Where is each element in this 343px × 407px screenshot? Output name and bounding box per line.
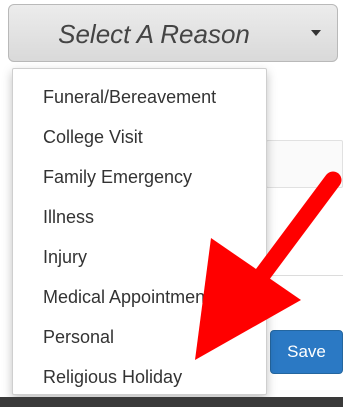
menu-item-religious-holiday[interactable]: Religious Holiday [13, 357, 266, 397]
reason-dropdown-menu: Funeral/Bereavement College Visit Family… [12, 68, 267, 395]
menu-item-family-emergency[interactable]: Family Emergency [13, 157, 266, 197]
menu-item-illness[interactable]: Illness [13, 197, 266, 237]
page: Select A Reason Save Funeral/Bereavement… [0, 0, 343, 407]
reason-select-label: Select A Reason [58, 19, 250, 49]
menu-item-personal[interactable]: Personal [13, 317, 266, 357]
menu-item-college-visit[interactable]: College Visit [13, 117, 266, 157]
caret-down-icon [311, 30, 321, 36]
form-field[interactable] [266, 140, 343, 188]
form-divider [266, 275, 343, 276]
menu-item-injury[interactable]: Injury [13, 237, 266, 277]
save-button[interactable]: Save [270, 330, 343, 374]
reason-select[interactable]: Select A Reason [8, 4, 338, 62]
menu-item-medical-appointment[interactable]: Medical Appointment [13, 277, 266, 317]
menu-item-funeral-bereavement[interactable]: Funeral/Bereavement [13, 77, 266, 117]
bottom-bar [0, 397, 343, 407]
